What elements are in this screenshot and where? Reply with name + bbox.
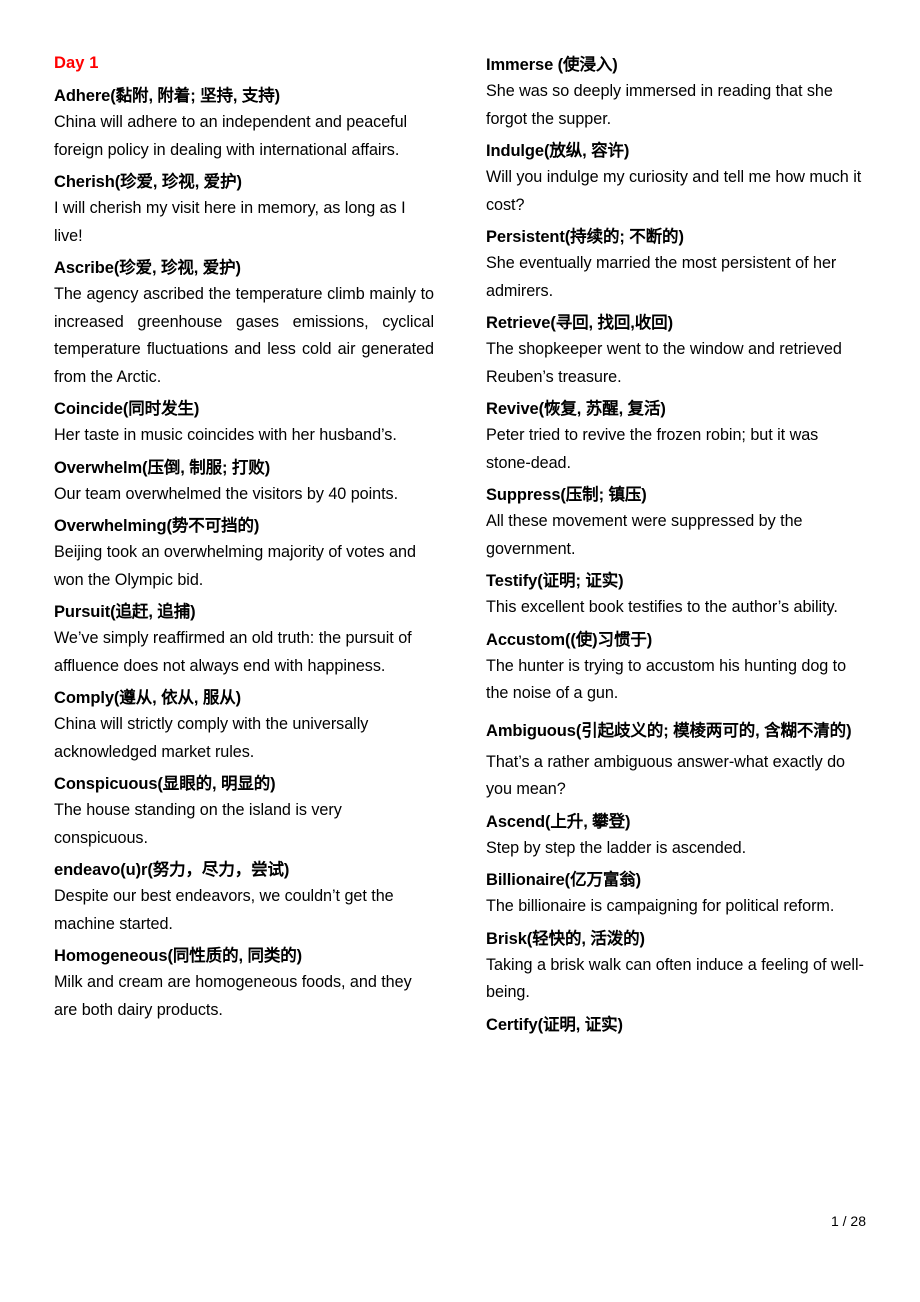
vocabulary-entry: endeavo(u)r(努力，尽力，尝试) Despite our best en… — [54, 857, 434, 938]
entry-term: Conspicuous(显眼的, 明显的) — [54, 775, 276, 793]
right-entry-list: Immerse (使浸入) She was so deeply immersed … — [486, 52, 866, 1038]
entry-term: Adhere(黏附, 附着; 坚持, 支持) — [54, 87, 281, 105]
entry-term: Indulge(放纵, 容许) — [486, 142, 630, 160]
entry-example-sentence: China will strictly comply with the univ… — [54, 715, 369, 761]
document-page: Day 1 Adhere(黏附, 附着; 坚持, 支持) China will a… — [0, 0, 920, 1302]
entry-term: endeavo(u)r(努力，尽力，尝试) — [54, 861, 290, 879]
right-column: Immerse (使浸入) She was so deeply immersed … — [486, 52, 866, 1038]
vocabulary-entry: Ascribe(珍爱, 珍视, 爱护) The agency ascribed t… — [54, 255, 434, 391]
entry-example-sentence: We’ve simply reaffirmed an old truth: th… — [54, 629, 412, 675]
entry-example-sentence: She was so deeply immersed in reading th… — [486, 82, 833, 128]
entry-term: Homogeneous(同性质的, 同类的) — [54, 947, 303, 965]
entry-term: Immerse (使浸入) — [486, 56, 618, 74]
entry-example-sentence: Peter tried to revive the frozen robin; … — [486, 426, 819, 472]
vocabulary-entry: Brisk(轻快的, 活泼的) Taking a brisk walk can o… — [486, 926, 866, 1007]
two-column-body: Day 1 Adhere(黏附, 附着; 坚持, 支持) China will a… — [54, 52, 866, 1038]
vocabulary-entry: Suppress(压制; 镇压) All these movement were … — [486, 482, 866, 563]
entry-example-sentence: Despite our best endeavors, we couldn’t … — [54, 887, 394, 933]
entry-term: Accustom((使)习惯于) — [486, 630, 653, 649]
vocabulary-entry: Persistent(持续的; 不断的) She eventually marri… — [486, 224, 866, 305]
entry-term: Comply(遵从, 依从, 服从) — [54, 689, 242, 707]
vocabulary-entry: Ambiguous(引起歧义的; 模棱两可的, 含糊不清的) That’s a r… — [486, 713, 866, 804]
vocabulary-entry: Coincide(同时发生) Her taste in music coincid… — [54, 396, 434, 450]
entry-term: Retrieve(寻回, 找回,收回) — [486, 314, 673, 332]
entry-term: Suppress(压制; 镇压) — [486, 486, 647, 504]
entry-example-sentence: The agency ascribed the temperature clim… — [54, 285, 434, 386]
entry-term: Cherish(珍爱, 珍视, 爱护) — [54, 173, 242, 191]
left-column: Day 1 Adhere(黏附, 附着; 坚持, 支持) China will a… — [54, 52, 434, 1029]
entry-example-sentence: Our team overwhelmed the visitors by 40 … — [54, 484, 399, 503]
entry-example-sentence: China will adhere to an independent and … — [54, 113, 408, 159]
entry-example-sentence: This excellent book testifies to the aut… — [486, 598, 838, 616]
entry-term: Revive(恢复, 苏醒, 复活) — [486, 400, 666, 418]
entry-example-sentence: The shopkeeper went to the window and re… — [486, 340, 842, 386]
vocabulary-entry: Indulge(放纵, 容许) Will you indulge my curio… — [486, 138, 866, 219]
entry-example-sentence: That’s a rather ambiguous answer-what ex… — [486, 752, 846, 799]
entry-example-sentence: Will you indulge my curiosity and tell m… — [486, 168, 862, 214]
vocabulary-entry: Billionaire(亿万富翁) The billionaire is camp… — [486, 867, 866, 921]
vocabulary-entry: Homogeneous(同性质的, 同类的) Milk and cream are… — [54, 943, 434, 1024]
vocabulary-entry: Accustom((使)习惯于) The hunter is trying to … — [486, 627, 866, 708]
entry-term: Coincide(同时发生) — [54, 400, 200, 418]
vocabulary-entry: Revive(恢复, 苏醒, 复活) Peter tried to revive … — [486, 396, 866, 477]
vocabulary-entry: Adhere(黏附, 附着; 坚持, 支持) China will adhere … — [54, 83, 434, 164]
entry-term: Ascribe(珍爱, 珍视, 爱护) — [54, 259, 241, 277]
vocabulary-entry: Pursuit(追赶, 追捕) We’ve simply reaffirmed a… — [54, 599, 434, 680]
vocabulary-entry: Ascend(上升, 攀登) Step by step the ladder is… — [486, 809, 866, 863]
entry-example-sentence: I will cherish my visit here in memory, … — [54, 199, 406, 245]
vocabulary-entry: Conspicuous(显眼的, 明显的) The house standing … — [54, 771, 434, 852]
vocabulary-entry: Testify(证明; 证实) This excellent book testi… — [486, 568, 866, 622]
entry-example-sentence: Taking a brisk walk can often induce a f… — [486, 955, 864, 1002]
entry-example-sentence: The billionaire is campaigning for polit… — [486, 897, 835, 915]
entry-term: Billionaire(亿万富翁) — [486, 871, 642, 889]
vocabulary-entry: Cherish(珍爱, 珍视, 爱护) I will cherish my vis… — [54, 169, 434, 250]
entry-term: Brisk(轻快的, 活泼的) — [486, 929, 645, 948]
vocabulary-entry: Overwhelming(势不可挡的) Beijing took an overw… — [54, 513, 434, 594]
page-number: 1 / 28 — [830, 1213, 866, 1229]
entry-example-sentence: All these movement were suppressed by th… — [486, 512, 803, 558]
entry-example-sentence: The hunter is trying to accustom his hun… — [486, 656, 847, 703]
entry-term: Testify(证明; 证实) — [486, 572, 624, 590]
entry-example-sentence: Milk and cream are homogeneous foods, an… — [54, 973, 412, 1019]
entry-example-sentence: She eventually married the most persiste… — [486, 254, 837, 300]
vocabulary-entry: Overwhelm(压倒, 制服; 打败) Our team overwhelme… — [54, 455, 434, 509]
entry-term: Ascend(上升, 攀登) — [486, 812, 631, 831]
entry-example-sentence: Beijing took an overwhelming majority of… — [54, 543, 416, 589]
entry-term: Pursuit(追赶, 追捕) — [54, 603, 196, 621]
entry-term: Ambiguous(引起歧义的; 模棱两可的, 含糊不清的) — [486, 721, 852, 740]
entry-example-sentence: The house standing on the island is very… — [54, 801, 342, 847]
page-title: Day 1 — [54, 54, 99, 72]
vocabulary-entry: Comply(遵从, 依从, 服从) China will strictly co… — [54, 685, 434, 766]
entry-example-sentence: Her taste in music coincides with her hu… — [54, 426, 397, 444]
left-entry-list: Adhere(黏附, 附着; 坚持, 支持) China will adhere … — [54, 83, 434, 1024]
vocabulary-entry: Immerse (使浸入) She was so deeply immersed … — [486, 52, 866, 133]
vocabulary-entry: Retrieve(寻回, 找回,收回) The shopkeeper went t… — [486, 310, 866, 391]
vocabulary-entry: Certify(证明, 证实) — [486, 1012, 866, 1038]
entry-term: Overwhelming(势不可挡的) — [54, 517, 260, 535]
entry-example-sentence: Step by step the ladder is ascended. — [486, 838, 747, 857]
entry-term: Persistent(持续的; 不断的) — [486, 228, 684, 246]
entry-term: Certify(证明, 证实) — [486, 1015, 623, 1034]
entry-term: Overwhelm(压倒, 制服; 打败) — [54, 458, 271, 477]
